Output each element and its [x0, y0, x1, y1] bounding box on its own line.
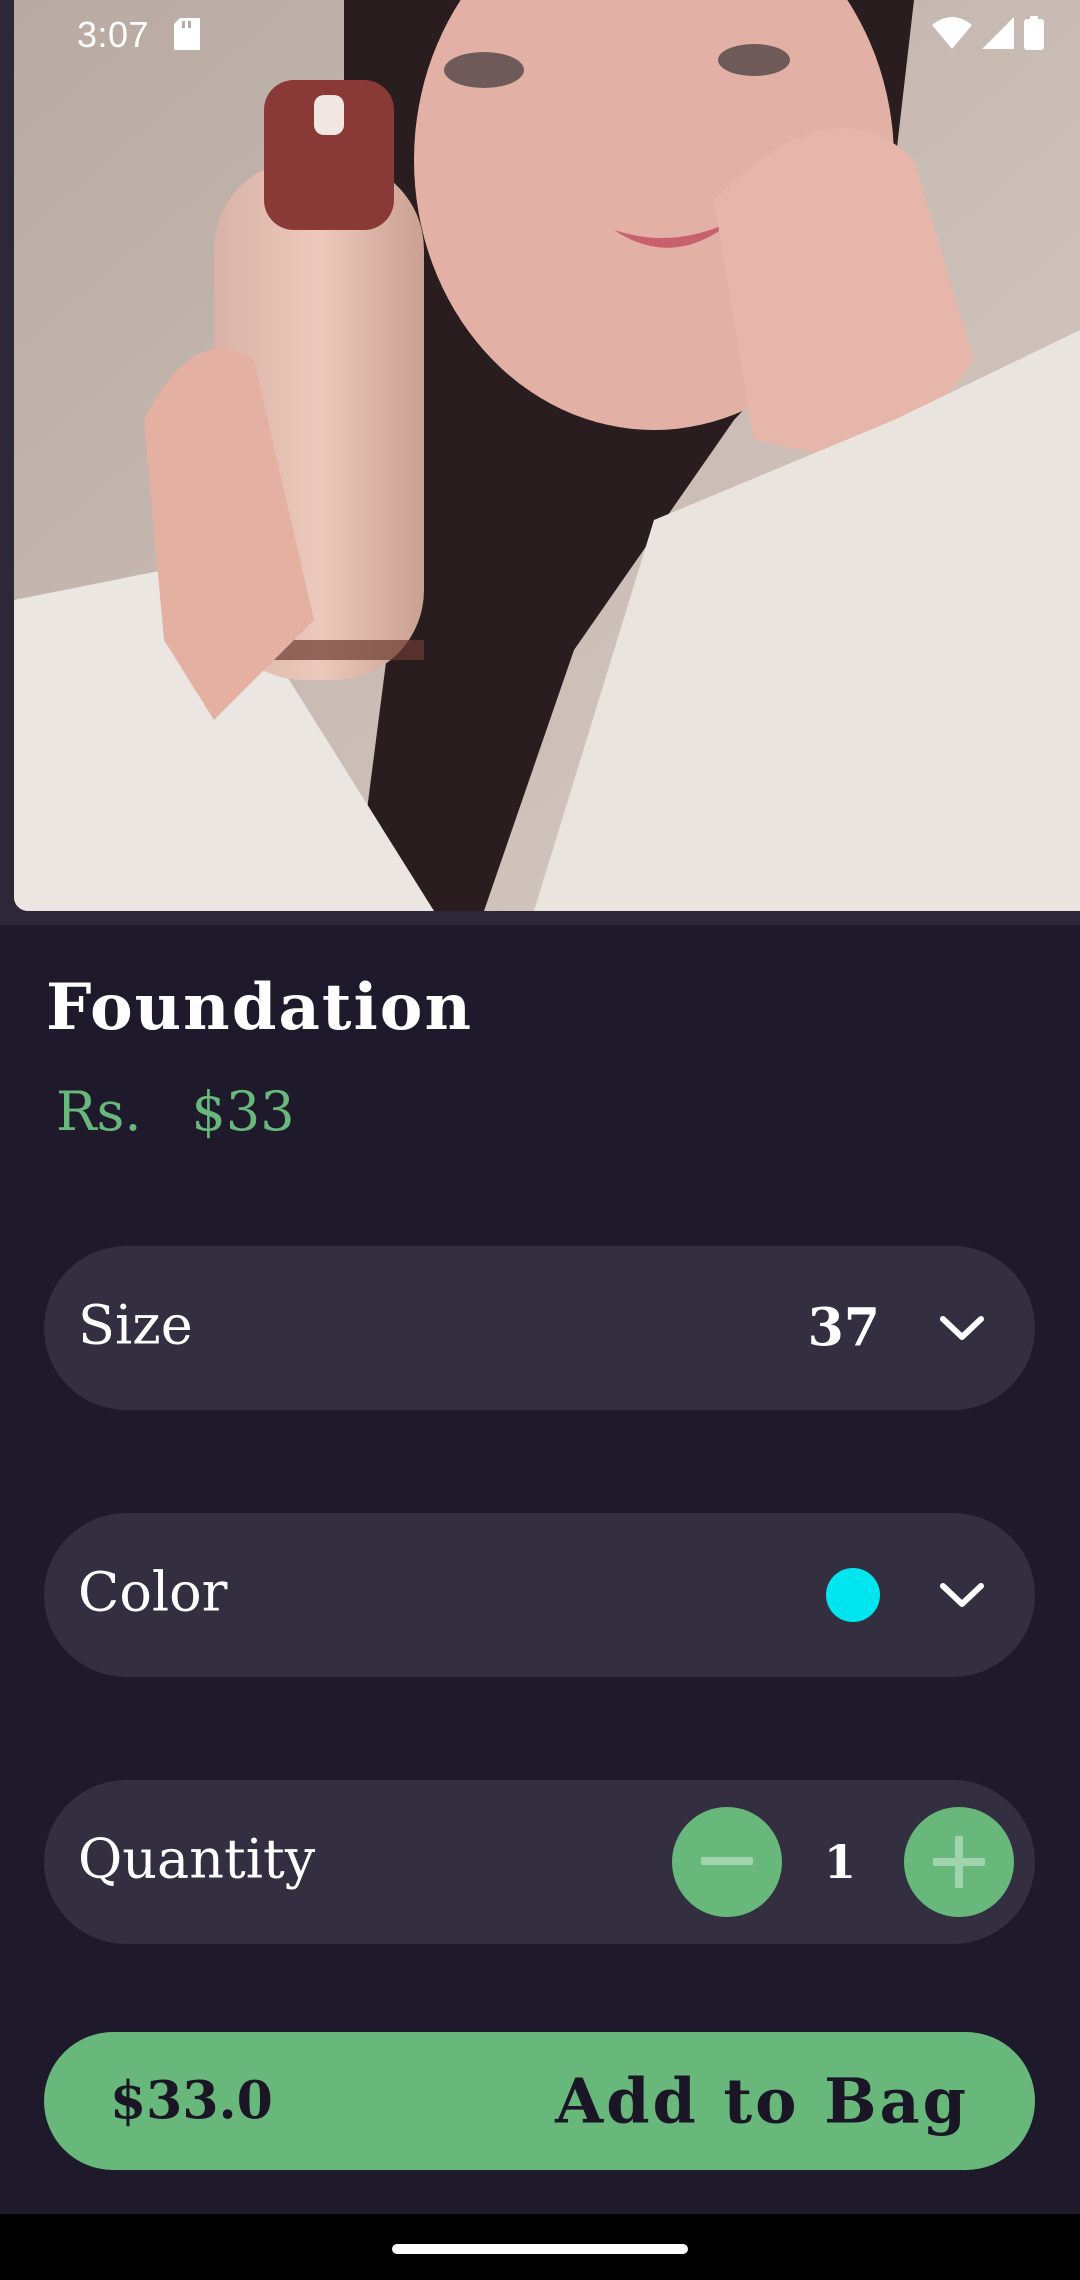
size-value: 37	[807, 1297, 880, 1359]
status-icons	[932, 16, 1044, 50]
quantity-decrease-button[interactable]	[672, 1807, 782, 1917]
price-value: $33	[191, 1080, 295, 1143]
navigation-bar	[0, 2214, 1080, 2280]
add-to-bag-button[interactable]: $33.0 Add to Bag	[44, 2032, 1035, 2170]
quantity-value: 1	[824, 1835, 857, 1889]
quantity-increase-button[interactable]	[904, 1807, 1014, 1917]
product-title: Foundation	[46, 970, 473, 1045]
chevron-down-icon[interactable]	[939, 1313, 985, 1343]
add-to-bag-label: Add to Bag	[555, 2064, 969, 2138]
home-gesture-handle[interactable]	[392, 2244, 688, 2254]
bag-total-price: $33.0	[110, 2070, 273, 2132]
status-time: 3:07	[77, 14, 150, 55]
chevron-down-icon[interactable]	[939, 1580, 985, 1610]
product-image[interactable]	[14, 0, 1080, 911]
quantity-selector: Quantity 1	[44, 1780, 1035, 1944]
color-selector[interactable]: Color	[44, 1513, 1035, 1677]
size-selector[interactable]: Size 37	[44, 1246, 1035, 1410]
sd-card-icon	[174, 18, 200, 50]
size-label: Size	[78, 1293, 193, 1357]
color-label: Color	[78, 1560, 228, 1624]
battery-icon	[1024, 16, 1044, 50]
plus-icon	[933, 1836, 985, 1888]
product-image-container	[0, 0, 1080, 925]
minus-icon	[701, 1857, 753, 1865]
product-photo-illustration	[14, 0, 1080, 911]
status-bar: 3:07	[0, 0, 1080, 70]
wifi-icon	[932, 17, 972, 49]
price-row: Rs. $33	[56, 1080, 295, 1143]
price-currency: Rs.	[56, 1080, 142, 1143]
color-swatch	[826, 1568, 880, 1622]
signal-icon	[982, 17, 1014, 49]
quantity-label: Quantity	[78, 1827, 316, 1891]
